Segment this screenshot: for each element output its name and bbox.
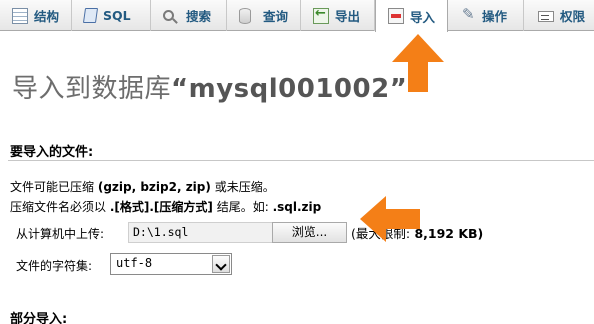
title-prefix: 导入到数据库: [12, 74, 172, 104]
tab-privileges[interactable]: 权限: [524, 0, 594, 31]
tab-search[interactable]: 搜索: [151, 0, 227, 31]
tab-structure[interactable]: 结构: [0, 0, 72, 31]
tab-label: SQL: [103, 8, 131, 23]
structure-icon: [12, 7, 28, 24]
compression-formats: (gzip, bzip2, zip): [97, 180, 211, 194]
query-icon: [239, 7, 251, 24]
page-title: 导入到数据库“mysql001002”: [12, 68, 407, 105]
tab-label: 权限: [560, 9, 586, 24]
naming-text-mid: 结尾。如:: [212, 200, 273, 214]
import-icon: [388, 8, 404, 24]
charset-label: 文件的字符集:: [16, 259, 93, 273]
sql-icon: [82, 8, 99, 23]
chevron-down-icon[interactable]: [212, 255, 230, 273]
compression-text: 文件可能已压缩: [10, 180, 98, 194]
max-size-value: 8,192 KB): [410, 226, 484, 241]
search-icon: [163, 10, 174, 21]
tab-label: 搜索: [186, 9, 212, 24]
privileges-icon: [538, 11, 554, 22]
tab-label: 导入: [410, 9, 436, 25]
tab-label: 操作: [482, 9, 508, 24]
charset-value: utf-8: [116, 256, 153, 270]
tab-operations[interactable]: 操作: [448, 0, 524, 31]
tab-label: 查询: [263, 9, 289, 24]
export-icon: [313, 6, 329, 24]
file-path-field[interactable]: D:\1.sql: [128, 222, 273, 243]
database-name: “mysql001002”: [171, 74, 408, 104]
operations-icon: [462, 5, 476, 24]
import-file-heading: 要导入的文件:: [10, 145, 94, 160]
tab-label: 结构: [34, 9, 60, 24]
naming-note: 压缩文件名必须以 .[格式].[压缩方式] 结尾。如: .sql.zip: [10, 198, 321, 215]
tab-sql[interactable]: SQL: [72, 0, 151, 31]
naming-text: 压缩文件名必须以: [10, 200, 110, 214]
partial-import-heading: 部分导入:: [10, 312, 68, 324]
compression-note: 文件可能已压缩 (gzip, bzip2, zip) 或未压缩。: [10, 178, 275, 195]
naming-example: .sql.zip: [272, 200, 322, 214]
naming-pattern: .[格式].[压缩方式]: [109, 200, 213, 214]
tab-query[interactable]: 查询: [227, 0, 301, 31]
left-arrow-annotation: [360, 196, 420, 242]
browse-button[interactable]: 浏览...: [272, 222, 347, 243]
tab-bar: 结构 SQL 搜索 查询 导出 导入 操作 权限: [0, 0, 594, 32]
divider: [8, 160, 594, 161]
tab-export[interactable]: 导出: [301, 0, 375, 31]
tab-label: 导出: [335, 9, 361, 24]
upload-label: 从计算机中上传:: [16, 227, 105, 241]
tab-import[interactable]: 导入: [375, 0, 448, 32]
compression-text-end: 或未压缩。: [210, 180, 275, 194]
charset-select[interactable]: utf-8: [110, 253, 232, 275]
